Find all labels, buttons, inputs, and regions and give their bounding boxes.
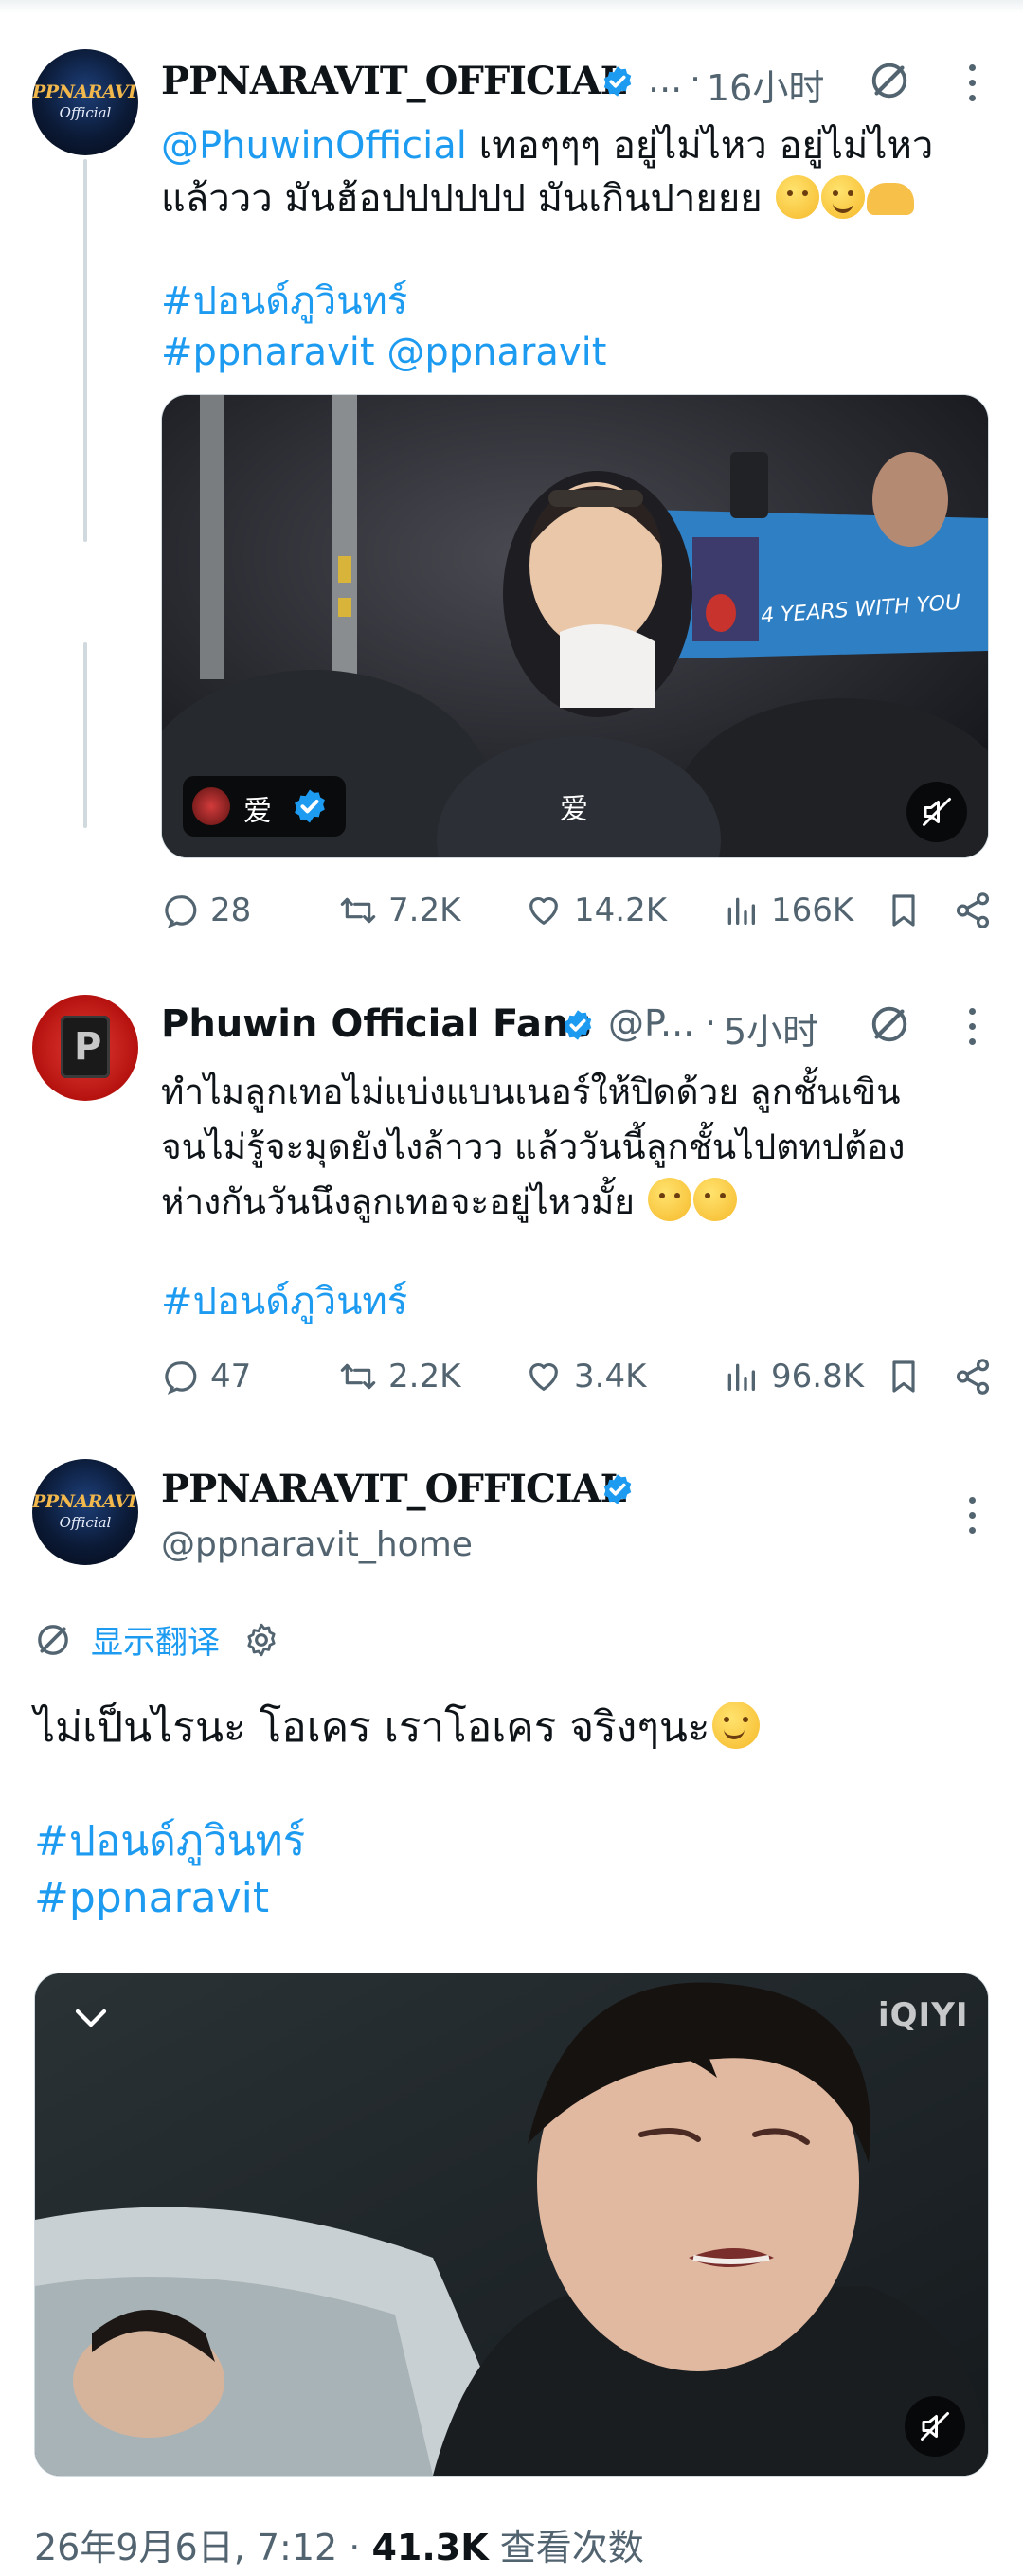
- verified-badge-icon: [603, 1474, 632, 1504]
- speaker-muted-icon: [923, 798, 951, 826]
- separator-dot: ·: [705, 1002, 717, 1044]
- action-bar: 28 7.2K 14.2K 166K: [161, 887, 995, 934]
- views-count: 41.3K: [371, 2527, 489, 2568]
- views-button[interactable]: 166K: [722, 887, 853, 934]
- share-icon[interactable]: [953, 1357, 993, 1396]
- retweet-button[interactable]: 2.2K: [339, 1353, 460, 1400]
- collapse-chevron-icon[interactable]: [71, 1998, 111, 2038]
- show-translation-link[interactable]: 显示翻译: [91, 1616, 220, 1663]
- video-player[interactable]: 4 YEARS WITH YOU 爱 爱: [161, 394, 989, 858]
- avatar[interactable]: PPNARAVIT Official: [32, 49, 138, 155]
- mention-link[interactable]: @ppnaravit: [386, 331, 606, 374]
- post-date[interactable]: 26年9月6日, 7:12: [34, 2527, 337, 2568]
- hashtag-link[interactable]: #ปอนด์ภูวินทร์: [161, 275, 407, 328]
- more-options-icon[interactable]: [962, 1497, 981, 1542]
- mute-button[interactable]: [905, 2396, 965, 2457]
- retweet-button[interactable]: 7.2K: [339, 887, 460, 934]
- views-label: 查看次数: [499, 2527, 644, 2568]
- reply-button[interactable]: 47: [161, 1353, 251, 1400]
- reply-icon: [165, 1361, 197, 1395]
- thread-line: [83, 159, 87, 542]
- author-name[interactable]: PPNARAVIT_OFFICIAL: [161, 59, 627, 103]
- channel-tag[interactable]: 爱: [183, 776, 346, 837]
- views-chart-icon: [727, 1363, 755, 1391]
- heart-icon: [529, 896, 558, 925]
- translate-row[interactable]: 显示翻译: [34, 1616, 280, 1663]
- separator-dot: ·: [690, 59, 702, 100]
- avatar-logo: P: [61, 1016, 110, 1078]
- verified-badge-icon: [564, 1010, 592, 1040]
- bookmark-icon[interactable]: [885, 891, 923, 930]
- like-button[interactable]: 14.2K: [525, 887, 667, 934]
- verified-badge-icon: [295, 789, 325, 823]
- hashtag-link[interactable]: #ppnaravit: [34, 1870, 269, 1927]
- mention-link[interactable]: @PhuwinOfficial: [161, 124, 467, 168]
- handle[interactable]: @P...: [608, 1002, 694, 1044]
- reply-button[interactable]: 28: [161, 887, 251, 934]
- author-name[interactable]: PPNARAVIT_OFFICIAL: [161, 1467, 627, 1511]
- avatar[interactable]: PPNARAVIT Official: [32, 1459, 138, 1565]
- handle[interactable]: @ppnaravit_home: [161, 1525, 473, 1564]
- video-frame: [35, 1973, 988, 2476]
- timestamp[interactable]: 5小时: [724, 1002, 818, 1054]
- video-caption: 爱: [560, 793, 588, 826]
- mute-button[interactable]: [906, 782, 967, 842]
- views-chart-icon: [727, 897, 755, 925]
- verified-badge-icon: [603, 66, 632, 97]
- top-fade: [0, 0, 1023, 13]
- more-options-icon[interactable]: [962, 1008, 981, 1054]
- tweet-text: @PhuwinOfficial เทอๆๆๆ อยู่ไม่ไหว อยู่ไม…: [161, 124, 934, 221]
- like-button[interactable]: 3.4K: [525, 1353, 646, 1400]
- channel-avatar: [192, 787, 230, 825]
- hashtag-line: #ppnaravit @ppnaravit: [161, 326, 606, 379]
- grok-icon[interactable]: [868, 59, 911, 102]
- iqiyi-watermark: iQIYI: [878, 1996, 969, 2034]
- bookmark-icon[interactable]: [885, 1357, 923, 1396]
- tweet-text: ไม่เป็นไรนะ โอเคร เราโอเคร จริงๆนะ: [34, 1700, 760, 1756]
- retweet-icon: [340, 897, 376, 924]
- heart-hands-emoji: [867, 183, 915, 215]
- reply-icon: [165, 895, 197, 928]
- author-name[interactable]: Phuwin Official Fans: [161, 1002, 591, 1046]
- action-bar: 47 2.2K 3.4K 96.8K: [161, 1353, 995, 1400]
- separator-dot: ·: [349, 2527, 372, 2568]
- speaker-muted-icon: [921, 2412, 949, 2441]
- heart-icon: [529, 1362, 558, 1391]
- rolling-laughing-emoji: [711, 1702, 760, 1749]
- video-player[interactable]: iQIYI: [34, 1973, 989, 2477]
- translate-icon: [38, 1624, 68, 1655]
- smiling-face-emoji: [821, 175, 866, 219]
- kissing-face-emoji: [692, 1178, 737, 1221]
- relieved-face-emoji: [647, 1178, 691, 1221]
- shushing-face-emoji: [776, 175, 820, 219]
- tweet-meta: 26年9月6日, 7:12 · 41.3K 查看次数: [34, 2518, 644, 2570]
- more-options-icon[interactable]: [962, 64, 981, 110]
- hashtag-link[interactable]: #ppnaravit: [161, 331, 375, 374]
- views-button[interactable]: 96.8K: [722, 1353, 864, 1400]
- avatar[interactable]: P: [32, 995, 138, 1101]
- handle[interactable]: ...: [648, 59, 682, 100]
- retweet-icon: [340, 1363, 376, 1390]
- share-icon[interactable]: [953, 891, 993, 930]
- hashtag-link[interactable]: #ปอนด์ภูวินทร์: [161, 1275, 407, 1328]
- grok-icon[interactable]: [868, 1002, 911, 1046]
- hashtag-link[interactable]: #ปอนด์ภูวินทร์: [34, 1813, 305, 1870]
- gear-icon[interactable]: [242, 1621, 280, 1659]
- timestamp[interactable]: 16小时: [707, 59, 824, 111]
- tweet-text: ทำไมลูกเทอไม่แบ่งแบนเนอร์ให้ปิดด้วย ลูกช…: [161, 1072, 906, 1222]
- thread-line: [83, 642, 87, 828]
